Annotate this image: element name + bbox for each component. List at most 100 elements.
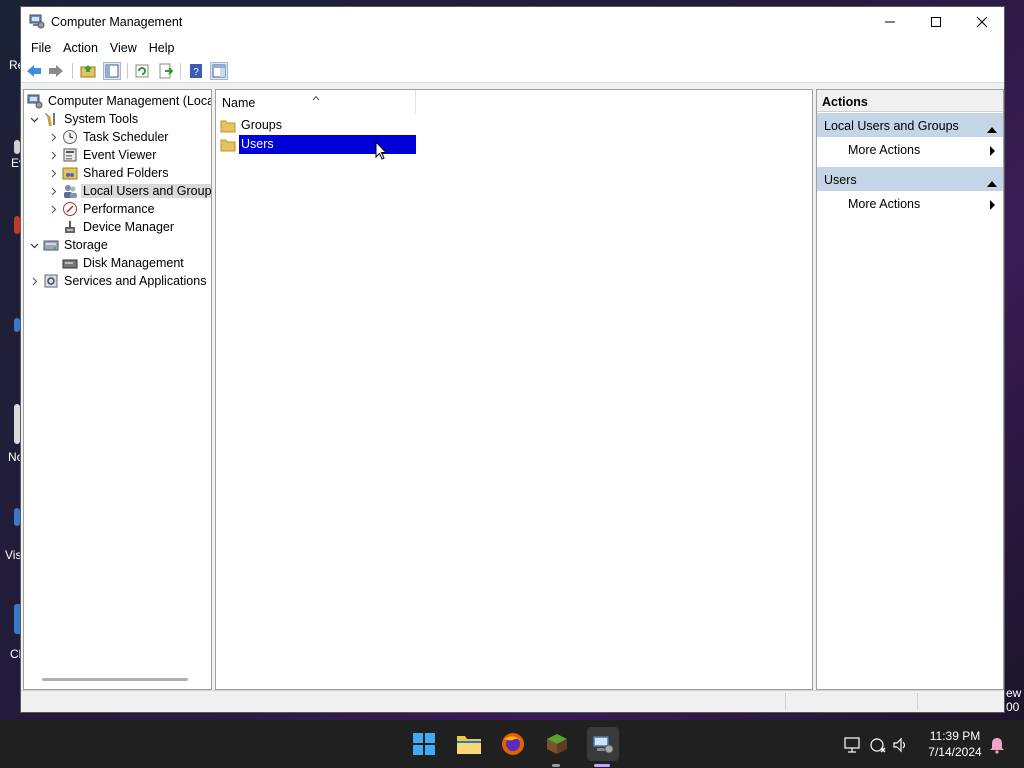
- tree-label: Disk Management: [83, 256, 184, 270]
- status-bar: [21, 690, 1004, 712]
- action-section-users[interactable]: Users: [817, 167, 1003, 191]
- tree-item-shared-folders[interactable]: Shared Folders: [47, 164, 170, 182]
- help-icon[interactable]: ?: [187, 62, 205, 80]
- storage-icon: [43, 237, 59, 253]
- tree-label: Local Users and Groups: [81, 184, 211, 198]
- chevron-down-icon[interactable]: [28, 236, 40, 254]
- up-folder-icon[interactable]: [79, 62, 97, 80]
- menu-file[interactable]: File: [25, 37, 57, 59]
- tree-label: Shared Folders: [83, 166, 169, 180]
- file-explorer-icon[interactable]: [455, 730, 483, 758]
- action-item-label: More Actions: [848, 197, 921, 211]
- chevron-right-icon[interactable]: [47, 128, 59, 146]
- folder-icon: [220, 139, 236, 151]
- desktop-label-ew: ew: [1006, 686, 1022, 700]
- active-indicator: [594, 764, 610, 767]
- minimize-button[interactable]: [867, 7, 913, 37]
- device-manager-icon: [62, 219, 78, 235]
- horizontal-scrollbar[interactable]: [42, 678, 188, 681]
- refresh-icon[interactable]: [133, 62, 151, 80]
- menu-action[interactable]: Action: [57, 37, 104, 59]
- notification-bell-icon[interactable]: [988, 736, 1006, 754]
- menu-help[interactable]: Help: [143, 37, 181, 59]
- mouse-cursor-icon: [375, 140, 388, 163]
- action-section-label: Users: [824, 173, 857, 187]
- chevron-right-icon[interactable]: [47, 200, 59, 218]
- clock[interactable]: 11:39 PM 7/14/2024: [915, 728, 995, 760]
- volume-icon[interactable]: [892, 736, 910, 754]
- back-icon[interactable]: [25, 62, 43, 80]
- submenu-arrow-icon: [990, 199, 995, 213]
- tree-item-services-and-applications[interactable]: Services and Applications: [28, 272, 208, 290]
- tree-label: Event Viewer: [83, 148, 157, 162]
- actions-pane: Actions Local Users and Groups More Acti…: [816, 89, 1004, 690]
- result-list: Name Groups Users: [215, 89, 813, 690]
- list-item-label: Groups: [241, 118, 282, 132]
- maximize-button[interactable]: [913, 7, 959, 37]
- close-button[interactable]: [959, 7, 1005, 37]
- chevron-down-icon[interactable]: [28, 110, 40, 128]
- sort-up-icon: [312, 90, 320, 104]
- tree-label: Performance: [83, 202, 155, 216]
- chevron-right-icon[interactable]: [28, 272, 40, 290]
- shared-folder-icon: [62, 165, 78, 181]
- tree-label: System Tools: [64, 112, 139, 126]
- column-header-name[interactable]: Name: [216, 90, 416, 114]
- network-icon[interactable]: [869, 736, 887, 754]
- clock-date: 7/14/2024: [928, 745, 982, 759]
- tree-item-local-users-and-groups[interactable]: Local Users and Groups: [47, 182, 211, 200]
- tree-item-device-manager[interactable]: Device Manager: [59, 218, 176, 236]
- tree-label: Services and Applications: [64, 274, 207, 288]
- tree-item-event-viewer[interactable]: Event Viewer: [47, 146, 158, 164]
- firefox-icon[interactable]: [499, 730, 527, 758]
- toolbar: ?: [21, 59, 1004, 83]
- menu-bar: File Action View Help: [21, 37, 1004, 59]
- action-section-local-users-and-groups[interactable]: Local Users and Groups: [817, 113, 1003, 137]
- tree-label: Device Manager: [83, 220, 175, 234]
- tools-icon: [43, 111, 59, 127]
- tree-item-system-tools[interactable]: System Tools: [28, 110, 140, 128]
- chevron-right-icon[interactable]: [47, 146, 59, 164]
- users-icon: [62, 183, 78, 199]
- computer-management-window: Computer Management File Action View Hel…: [20, 6, 1005, 713]
- chevron-right-icon[interactable]: [47, 164, 59, 182]
- services-icon: [43, 273, 59, 289]
- minecraft-icon[interactable]: [543, 730, 571, 758]
- tree-item-disk-management[interactable]: Disk Management: [59, 254, 186, 272]
- console-tree: Computer Management (Local System Tools …: [23, 89, 212, 690]
- forward-icon[interactable]: [47, 62, 65, 80]
- action-section-label: Local Users and Groups: [824, 119, 959, 133]
- list-item-groups[interactable]: Groups: [220, 116, 416, 135]
- action-more-actions[interactable]: More Actions: [817, 139, 1003, 161]
- tree-label: Storage: [64, 238, 108, 252]
- collapse-up-icon[interactable]: [987, 122, 997, 136]
- tree-label: Computer Management (Local: [48, 94, 212, 108]
- tree-item-root[interactable]: Computer Management (Local: [24, 92, 212, 110]
- tree-item-task-scheduler[interactable]: Task Scheduler: [47, 128, 170, 146]
- desktop-label-00: 00: [1006, 700, 1020, 714]
- running-indicator: [552, 764, 560, 767]
- event-viewer-icon: [62, 147, 78, 163]
- actions-header: Actions: [817, 90, 1003, 112]
- start-icon[interactable]: [410, 730, 438, 758]
- clock-time: 11:39 PM: [929, 729, 981, 743]
- computer-management-taskbar-icon[interactable]: [587, 727, 619, 761]
- taskbar: 11:39 PM 7/14/2024: [0, 720, 1024, 768]
- export-list-icon[interactable]: [157, 62, 175, 80]
- performance-icon: [62, 201, 78, 217]
- action-more-actions[interactable]: More Actions: [817, 193, 1003, 215]
- show-hide-tree-icon[interactable]: [103, 62, 121, 80]
- monitor-icon[interactable]: [844, 736, 862, 754]
- menu-view[interactable]: View: [104, 37, 143, 59]
- list-item-label: Users: [239, 135, 416, 154]
- collapse-up-icon[interactable]: [987, 176, 997, 190]
- title-bar[interactable]: Computer Management: [21, 7, 1004, 37]
- tree-label: Task Scheduler: [83, 130, 169, 144]
- computer-management-icon: [27, 93, 43, 109]
- computer-management-icon: [29, 13, 45, 29]
- show-hide-action-pane-icon[interactable]: [210, 62, 228, 80]
- clock-icon: [62, 129, 78, 145]
- tree-item-performance[interactable]: Performance: [47, 200, 157, 218]
- tree-item-storage[interactable]: Storage: [28, 236, 110, 254]
- chevron-right-icon[interactable]: [47, 182, 59, 200]
